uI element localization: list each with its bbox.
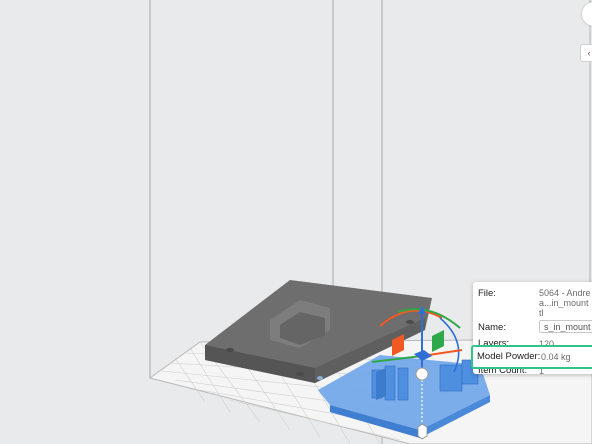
- name-field[interactable]: s_in_mount: [539, 320, 592, 333]
- chevron-left-icon[interactable]: ‹: [580, 44, 592, 62]
- file-value-line-3: tl: [539, 308, 544, 318]
- build-volume-scene: 150mm: [148, 0, 592, 444]
- file-label: File:: [478, 288, 496, 299]
- name-label: Name:: [478, 322, 506, 333]
- model-powder-label: Model Powder:: [477, 351, 541, 362]
- model-powder-highlight: Model Powder: 0.04 kg: [471, 345, 592, 369]
- file-value-line-1: 5064 - Andre: [539, 288, 591, 298]
- file-value-line-2: a...in_mount: [539, 298, 589, 308]
- model-powder-value: 0.04 kg: [541, 352, 571, 362]
- build-volume-viewport[interactable]: 150mm: [0, 0, 592, 444]
